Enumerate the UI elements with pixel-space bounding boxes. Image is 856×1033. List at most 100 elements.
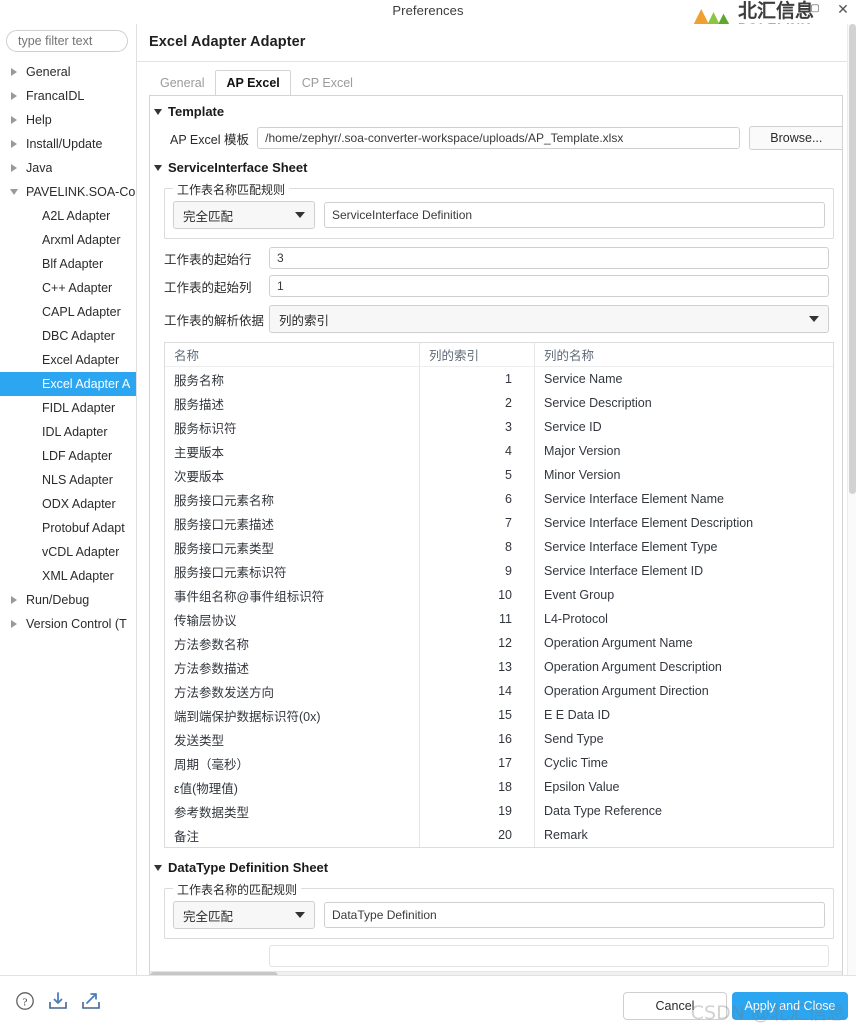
twisty-collapsed-icon[interactable]: [9, 67, 19, 77]
table-row[interactable]: 传输层协议 11 L4-Protocol: [165, 607, 833, 631]
twisty-collapsed-icon[interactable]: [9, 163, 19, 173]
tab-cp-excel[interactable]: CP Excel: [291, 70, 364, 96]
match-mode-select[interactable]: 完全匹配: [173, 201, 315, 229]
table-row[interactable]: 服务名称 1 Service Name: [165, 367, 833, 391]
vertical-scrollbar[interactable]: [847, 24, 856, 975]
close-icon[interactable]: ✕: [836, 2, 850, 16]
settings-scroll-area[interactable]: Template AP Excel 模板 Browse... ServiceIn…: [149, 96, 843, 982]
sidebar-item-pavelink-soa-co[interactable]: PAVELINK.SOA-Co: [0, 180, 136, 204]
start-col-row: 工作表的起始列: [164, 275, 842, 297]
table-row[interactable]: 方法参数描述 13 Operation Argument Description: [165, 655, 833, 679]
sidebar-item-arxml-adapter[interactable]: Arxml Adapter: [0, 228, 136, 252]
table-cell: 8: [505, 540, 512, 554]
browse-button[interactable]: Browse...: [748, 126, 842, 150]
sidebar-item-odx-adapter[interactable]: ODX Adapter: [0, 492, 136, 516]
help-icon[interactable]: ?: [14, 990, 36, 1012]
sidebar-item-xml-adapter[interactable]: XML Adapter: [0, 564, 136, 588]
sidebar-item-general[interactable]: General: [0, 60, 136, 84]
parse-by-select[interactable]: 列的索引: [269, 305, 829, 333]
datatype-sheet-name-input[interactable]: [324, 902, 825, 928]
sidebar-item-fidl-adapter[interactable]: FIDL Adapter: [0, 396, 136, 420]
apply-and-close-button[interactable]: Apply and Close: [732, 992, 848, 1020]
sidebar-item-protobuf-adapt[interactable]: Protobuf Adapt: [0, 516, 136, 540]
sidebar-item-dbc-adapter[interactable]: DBC Adapter: [0, 324, 136, 348]
template-path-input[interactable]: [257, 127, 740, 149]
twisty-collapsed-icon[interactable]: [9, 619, 19, 629]
chevron-down-icon: [295, 912, 305, 918]
sidebar-item-francaidl[interactable]: FrancaIDL: [0, 84, 136, 108]
table-column-header[interactable]: 名称: [165, 343, 419, 367]
table-cell: 服务描述: [174, 397, 225, 412]
table-row[interactable]: 次要版本 5 Minor Version: [165, 463, 833, 487]
template-path-row: AP Excel 模板 Browse...: [170, 126, 842, 150]
table-row[interactable]: 事件组名称@事件组标识符 10 Event Group: [165, 583, 833, 607]
table-row[interactable]: 方法参数名称 12 Operation Argument Name: [165, 631, 833, 655]
twisty-collapsed-icon[interactable]: [9, 91, 19, 101]
sidebar-item-excel-adapter-a[interactable]: Excel Adapter A: [0, 372, 136, 396]
sidebar-item-install-update[interactable]: Install/Update: [0, 132, 136, 156]
table-row[interactable]: 参考数据类型 19 Data Type Reference: [165, 799, 833, 823]
table-cell: 1: [505, 372, 512, 386]
twisty-expanded-icon[interactable]: [9, 187, 19, 197]
tab-general[interactable]: General: [149, 70, 215, 96]
sheet-name-input[interactable]: [324, 202, 825, 228]
sidebar-item-version-control-t[interactable]: Version Control (T: [0, 612, 136, 636]
table-row[interactable]: 周期（毫秒） 17 Cyclic Time: [165, 751, 833, 775]
table-row[interactable]: 备注 20 Remark: [165, 823, 833, 847]
sidebar-item-run-debug[interactable]: Run/Debug: [0, 588, 136, 612]
twisty-collapsed-icon[interactable]: [9, 595, 19, 605]
export-icon[interactable]: [80, 990, 102, 1012]
tab-ap-excel[interactable]: AP Excel: [215, 70, 291, 96]
twisty-collapsed-icon[interactable]: [9, 115, 19, 125]
table-cell: 10: [498, 588, 512, 602]
start-col-input[interactable]: [269, 275, 829, 297]
table-cell: ε值(物理值): [174, 781, 238, 796]
sidebar-item-label: Version Control (T: [26, 617, 127, 631]
table-cell: 7: [505, 516, 512, 530]
table-row[interactable]: 服务接口元素描述 7 Service Interface Element Descr…: [165, 511, 833, 535]
sidebar-item-java[interactable]: Java: [0, 156, 136, 180]
table-row[interactable]: 服务描述 2 Service Description: [165, 391, 833, 415]
twisty-collapsed-icon[interactable]: [9, 139, 19, 149]
template-section-header[interactable]: Template: [154, 104, 842, 119]
table-row[interactable]: 端到端保护数据标识符(0x) 15 E E Data ID: [165, 703, 833, 727]
table-column-header[interactable]: 列的名称: [535, 343, 833, 367]
sidebar-item-label: CAPL Adapter: [42, 305, 121, 319]
sidebar-item-c-adapter[interactable]: C++ Adapter: [0, 276, 136, 300]
table-row[interactable]: 服务接口元素类型 8 Service Interface Element Type: [165, 535, 833, 559]
table-row[interactable]: ε值(物理值) 18 Epsilon Value: [165, 775, 833, 799]
datatype-section-header[interactable]: DataType Definition Sheet: [154, 860, 842, 875]
table-row[interactable]: 主要版本 4 Major Version: [165, 439, 833, 463]
table-column-header[interactable]: 列的索引: [420, 343, 534, 367]
table-row[interactable]: 方法参数发送方向 14 Operation Argument Direction: [165, 679, 833, 703]
table-cell: 15: [498, 708, 512, 722]
table-row[interactable]: 服务接口元素名称 6 Service Interface Element Name: [165, 487, 833, 511]
filter-input[interactable]: [6, 30, 128, 52]
table-row[interactable]: 发送类型 16 Send Type: [165, 727, 833, 751]
collapse-triangle-icon[interactable]: [154, 164, 162, 171]
import-icon[interactable]: [47, 990, 69, 1012]
sidebar-item-capl-adapter[interactable]: CAPL Adapter: [0, 300, 136, 324]
table-row[interactable]: 服务标识符 3 Service ID: [165, 415, 833, 439]
sidebar-item-excel-adapter[interactable]: Excel Adapter: [0, 348, 136, 372]
cancel-button[interactable]: Cancel: [623, 992, 727, 1020]
vertical-scroll-thumb[interactable]: [849, 24, 856, 494]
clipped-input[interactable]: [269, 945, 829, 967]
sidebar-item-label: ODX Adapter: [42, 497, 116, 511]
sidebar-item-ldf-adapter[interactable]: LDF Adapter: [0, 444, 136, 468]
datatype-match-mode-select[interactable]: 完全匹配: [173, 901, 315, 929]
sidebar-item-vcdl-adapter[interactable]: vCDL Adapter: [0, 540, 136, 564]
table-cell: 主要版本: [174, 445, 225, 460]
table-row[interactable]: 服务接口元素标识符 9 Service Interface Element ID: [165, 559, 833, 583]
sidebar-item-blf-adapter[interactable]: Blf Adapter: [0, 252, 136, 276]
serviceinterface-section-header[interactable]: ServiceInterface Sheet: [154, 160, 842, 175]
maximize-icon[interactable]: ▢: [808, 2, 822, 16]
collapse-triangle-icon[interactable]: [154, 864, 162, 871]
collapse-triangle-icon[interactable]: [154, 108, 162, 115]
sidebar-item-help[interactable]: Help: [0, 108, 136, 132]
sidebar-item-a2l-adapter[interactable]: A2L Adapter: [0, 204, 136, 228]
column-mapping-table[interactable]: 名称 列的索引 列的名称 服务名称 1 Service Name 服务描述 2 Service…: [164, 342, 834, 848]
start-row-input[interactable]: [269, 247, 829, 269]
sidebar-item-nls-adapter[interactable]: NLS Adapter: [0, 468, 136, 492]
sidebar-item-idl-adapter[interactable]: IDL Adapter: [0, 420, 136, 444]
